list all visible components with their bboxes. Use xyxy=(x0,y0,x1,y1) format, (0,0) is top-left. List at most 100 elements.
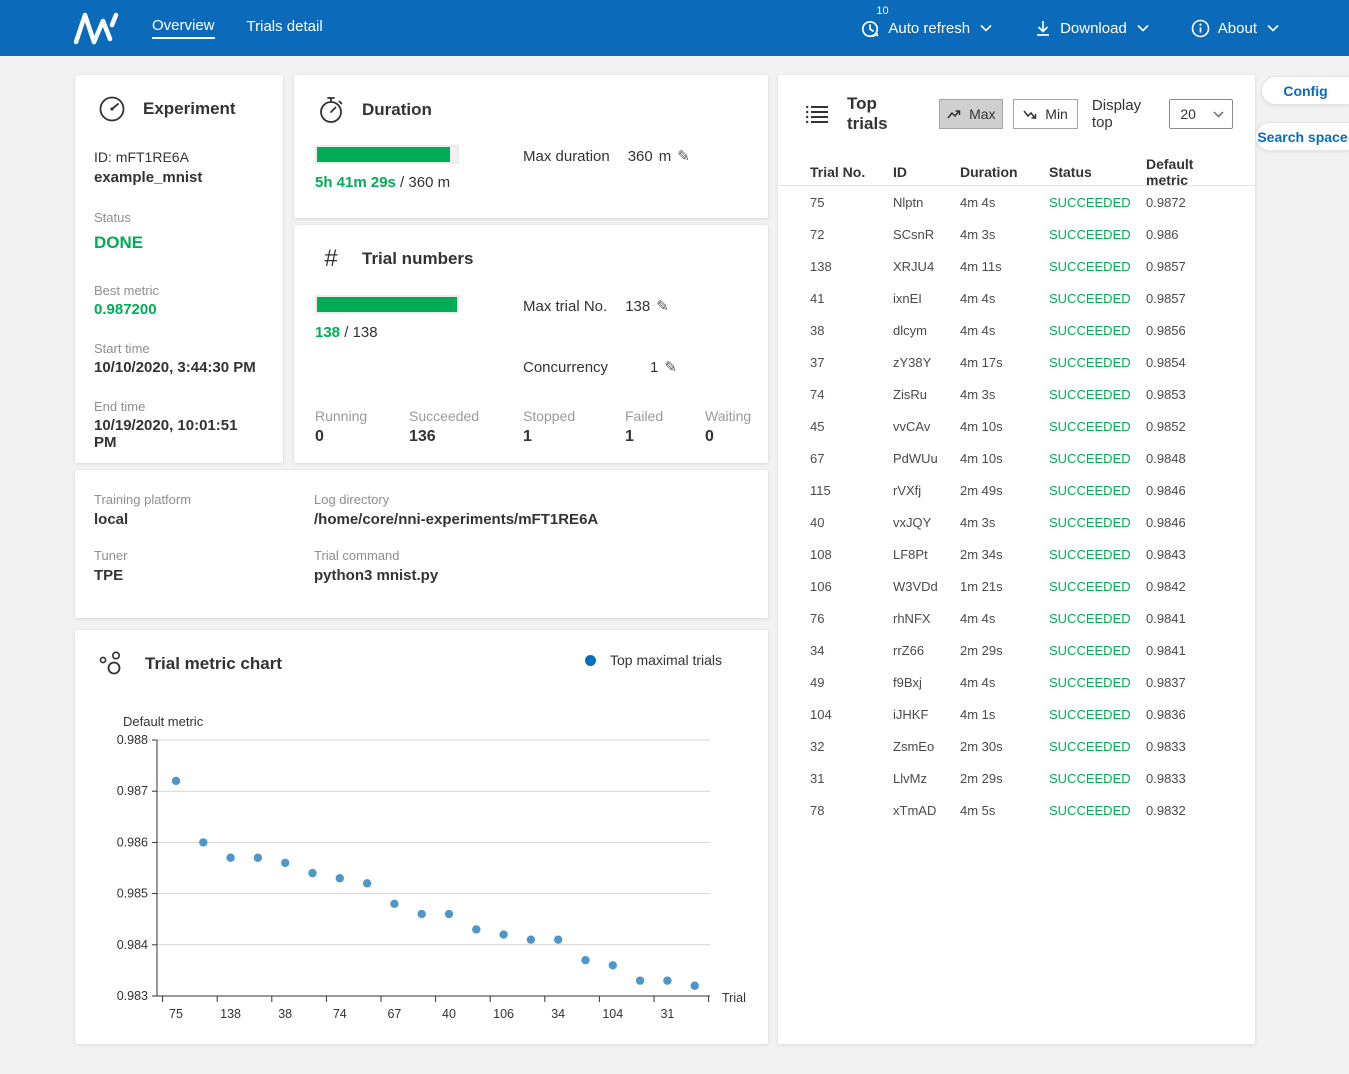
stat-label: Waiting xyxy=(705,408,775,424)
scatter-point[interactable] xyxy=(390,900,398,908)
trial-row[interactable]: 31LlvMz2m 29sSUCCEEDED0.9833 xyxy=(778,762,1255,794)
trial-row[interactable]: 67PdWUu4m 10sSUCCEEDED0.9848 xyxy=(778,442,1255,474)
trial-row[interactable]: 115rVXfj2m 49sSUCCEEDED0.9846 xyxy=(778,474,1255,506)
trial-cell-metric: 0.9872 xyxy=(1146,195,1239,210)
trial-cell-id: rrZ66 xyxy=(893,643,960,658)
trial-row[interactable]: 74ZisRu4m 3sSUCCEEDED0.9853 xyxy=(778,378,1255,410)
search-space-button[interactable]: Search space xyxy=(1255,122,1349,151)
x-tick-label: 38 xyxy=(278,1007,292,1021)
x-tick-label: 104 xyxy=(602,1007,623,1021)
status-value: DONE xyxy=(94,233,264,253)
trial-command-label: Trial command xyxy=(314,548,768,563)
trial-row[interactable]: 45vvCAv4m 10sSUCCEEDED0.9852 xyxy=(778,410,1255,442)
scatter-point[interactable] xyxy=(418,910,426,918)
trial-row[interactable]: 106W3VDd1m 21sSUCCEEDED0.9842 xyxy=(778,570,1255,602)
trial-cell-metric: 0.9836 xyxy=(1146,707,1239,722)
scatter-point[interactable] xyxy=(499,930,507,938)
about-label: About xyxy=(1218,20,1257,37)
trial-cell-duration: 2m 49s xyxy=(960,483,1049,498)
trial-row[interactable]: 138XRJU44m 11sSUCCEEDED0.9857 xyxy=(778,250,1255,282)
display-top-select[interactable]: 20 xyxy=(1169,99,1233,129)
trial-row[interactable]: 41ixnEI4m 4sSUCCEEDED0.9857 xyxy=(778,282,1255,314)
scatter-point[interactable] xyxy=(636,976,644,984)
duration-card-title: Duration xyxy=(362,100,432,120)
scatter-point[interactable] xyxy=(363,879,371,887)
trial-cell-duration: 2m 29s xyxy=(960,771,1049,786)
trial-row[interactable]: 76rhNFX4m 4sSUCCEEDED0.9841 xyxy=(778,602,1255,634)
scatter-point[interactable] xyxy=(308,869,316,877)
start-time-label: Start time xyxy=(94,341,264,356)
trial-row[interactable]: 108LF8Pt2m 34sSUCCEEDED0.9843 xyxy=(778,538,1255,570)
trial-row[interactable]: 40vxJQY4m 3sSUCCEEDED0.9846 xyxy=(778,506,1255,538)
trial-row[interactable]: 32ZsmEo2m 30sSUCCEEDED0.9833 xyxy=(778,730,1255,762)
top-trials-tbody: 75Nlptn4m 4sSUCCEEDED0.987272SCsnR4m 3sS… xyxy=(778,186,1255,826)
scatter-point[interactable] xyxy=(472,925,480,933)
scatter-point[interactable] xyxy=(445,910,453,918)
trial-cell-status: SUCCEEDED xyxy=(1049,643,1146,658)
trial-cell-id: XRJU4 xyxy=(893,259,960,274)
stat-value: 136 xyxy=(409,428,523,446)
top-trials-title: Top trials xyxy=(847,94,915,134)
download-menu[interactable]: Download xyxy=(1034,18,1149,38)
trial-row[interactable]: 37zY38Y4m 17sSUCCEEDED0.9854 xyxy=(778,346,1255,378)
scatter-point[interactable] xyxy=(663,976,671,984)
scatter-point[interactable] xyxy=(336,874,344,882)
concurrency-label: Concurrency xyxy=(523,359,608,376)
trials-progress-text: 138 / 138 xyxy=(315,324,459,341)
trial-row[interactable]: 38dlcym4m 4sSUCCEEDED0.9856 xyxy=(778,314,1255,346)
edit-pencil-icon[interactable]: ✎ xyxy=(656,297,669,315)
trial-cell-duration: 1m 21s xyxy=(960,579,1049,594)
trial-cell-status: SUCCEEDED xyxy=(1049,227,1146,242)
max-trial-label: Max trial No. xyxy=(523,298,607,315)
scatter-point[interactable] xyxy=(281,859,289,867)
trial-cell-duration: 2m 34s xyxy=(960,547,1049,562)
x-tick-label: 40 xyxy=(442,1007,456,1021)
auto-refresh-menu[interactable]: 10 Auto refresh xyxy=(860,18,992,38)
trial-cell-metric: 0.9832 xyxy=(1146,803,1239,818)
trial-cell-metric: 0.9857 xyxy=(1146,291,1239,306)
navbar: Overview Trials detail 10 Auto refresh xyxy=(0,0,1349,56)
config-button[interactable]: Config xyxy=(1261,76,1349,105)
trial-row[interactable]: 78xTmAD4m 5sSUCCEEDED0.9832 xyxy=(778,794,1255,826)
trial-cell-no: 108 xyxy=(810,547,893,562)
edit-pencil-icon[interactable]: ✎ xyxy=(664,358,677,376)
trial-cell-no: 41 xyxy=(810,291,893,306)
trial-row[interactable]: 75Nlptn4m 4sSUCCEEDED0.9872 xyxy=(778,186,1255,218)
trial-cell-no: 45 xyxy=(810,419,893,434)
stat-stopped: Stopped1 xyxy=(523,408,625,446)
trial-cell-duration: 2m 29s xyxy=(960,643,1049,658)
trial-row[interactable]: 34rrZ662m 29sSUCCEEDED0.9841 xyxy=(778,634,1255,666)
scatter-point[interactable] xyxy=(554,935,562,943)
scatter-point[interactable] xyxy=(172,777,180,785)
auto-refresh-label: Auto refresh xyxy=(888,20,970,37)
trial-row[interactable]: 49f9Bxj4m 4sSUCCEEDED0.9837 xyxy=(778,666,1255,698)
scatter-point[interactable] xyxy=(199,838,207,846)
chevron-down-icon xyxy=(1213,111,1224,118)
x-tick-label: 67 xyxy=(387,1007,401,1021)
col-status: Status xyxy=(1049,164,1146,180)
y-tick-label: 0.983 xyxy=(117,989,148,1003)
scatter-point[interactable] xyxy=(226,854,234,862)
trial-cell-status: SUCCEEDED xyxy=(1049,739,1146,754)
tab-overview[interactable]: Overview xyxy=(152,17,215,39)
chart-legend[interactable]: Top maximal trials xyxy=(585,652,722,668)
concurrency-value: 1 xyxy=(650,359,658,376)
max-button[interactable]: Max xyxy=(939,99,1003,129)
trial-cell-status: SUCCEEDED xyxy=(1049,387,1146,402)
tab-trials-detail[interactable]: Trials detail xyxy=(247,18,323,38)
about-menu[interactable]: About xyxy=(1191,19,1279,38)
scatter-point[interactable] xyxy=(254,854,262,862)
scatter-point[interactable] xyxy=(527,935,535,943)
min-button[interactable]: Min xyxy=(1013,99,1078,129)
chevron-down-icon xyxy=(1267,24,1279,32)
trial-row[interactable]: 104iJHKF4m 1sSUCCEEDED0.9836 xyxy=(778,698,1255,730)
scatter-point[interactable] xyxy=(581,956,589,964)
scatter-point[interactable] xyxy=(609,961,617,969)
stat-label: Stopped xyxy=(523,408,625,424)
chevron-down-icon xyxy=(1137,24,1149,32)
scatter-point[interactable] xyxy=(691,982,699,990)
edit-pencil-icon[interactable]: ✎ xyxy=(677,147,690,165)
trial-row[interactable]: 72SCsnR4m 3sSUCCEEDED0.986 xyxy=(778,218,1255,250)
refresh-clock-icon xyxy=(860,18,880,38)
x-axis-title: Trial xyxy=(722,991,746,1005)
